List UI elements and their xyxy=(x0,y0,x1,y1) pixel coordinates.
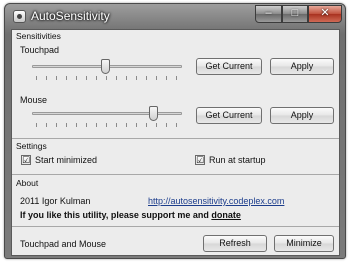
start-minimized-label: Start minimized xyxy=(35,155,98,165)
support-line: If you like this utility, please support… xyxy=(20,210,241,220)
window-title: AutoSensitivity xyxy=(31,9,110,23)
maximize-window-button[interactable]: □ xyxy=(282,5,308,23)
close-window-button[interactable]: ✕ xyxy=(308,5,342,23)
donate-link[interactable]: donate xyxy=(211,210,241,220)
app-window: AutoSensitivity – □ ✕ Sensitivities Touc… xyxy=(4,3,346,259)
touchpad-get-current-button[interactable]: Get Current xyxy=(196,58,262,75)
divider xyxy=(12,174,339,175)
copyright-text: 2011 Igor Kulman xyxy=(20,196,91,206)
sensitivities-heading: Sensitivities xyxy=(16,31,61,41)
mouse-slider-ticks xyxy=(36,123,178,127)
touchpad-sensitivity-slider[interactable] xyxy=(32,59,182,83)
touchpad-slider-thumb[interactable] xyxy=(101,59,110,74)
touchpad-slider-ticks xyxy=(36,76,178,80)
touchpad-label: Touchpad xyxy=(20,45,60,55)
app-icon xyxy=(13,10,26,23)
settings-heading: Settings xyxy=(16,141,47,151)
divider xyxy=(12,226,339,227)
minimize-button[interactable]: Minimize xyxy=(274,235,334,252)
mouse-apply-button[interactable]: Apply xyxy=(270,107,334,124)
status-text: Touchpad and Mouse xyxy=(20,239,107,249)
refresh-button[interactable]: Refresh xyxy=(203,235,267,252)
start-minimized-checkbox[interactable]: ☑ xyxy=(21,155,31,165)
divider xyxy=(12,138,339,139)
mouse-label: Mouse xyxy=(20,95,48,105)
touchpad-apply-button[interactable]: Apply xyxy=(270,58,334,75)
mouse-slider-thumb[interactable] xyxy=(149,106,158,121)
mouse-get-current-button[interactable]: Get Current xyxy=(196,107,262,124)
client-area: Sensitivities Touchpad Get Current Apply… xyxy=(11,29,340,256)
project-link[interactable]: http://autosensitivity.codeplex.com xyxy=(148,196,284,206)
title-bar[interactable]: AutoSensitivity – □ ✕ xyxy=(5,4,345,30)
support-text: If you like this utility, please support… xyxy=(20,210,209,220)
mouse-sensitivity-slider[interactable] xyxy=(32,106,182,130)
minimize-window-button[interactable]: – xyxy=(255,5,282,23)
run-at-startup-label: Run at startup xyxy=(209,155,266,165)
about-heading: About xyxy=(16,178,39,188)
mouse-slider-track xyxy=(32,112,182,115)
run-at-startup-checkbox[interactable]: ☑ xyxy=(195,155,205,165)
